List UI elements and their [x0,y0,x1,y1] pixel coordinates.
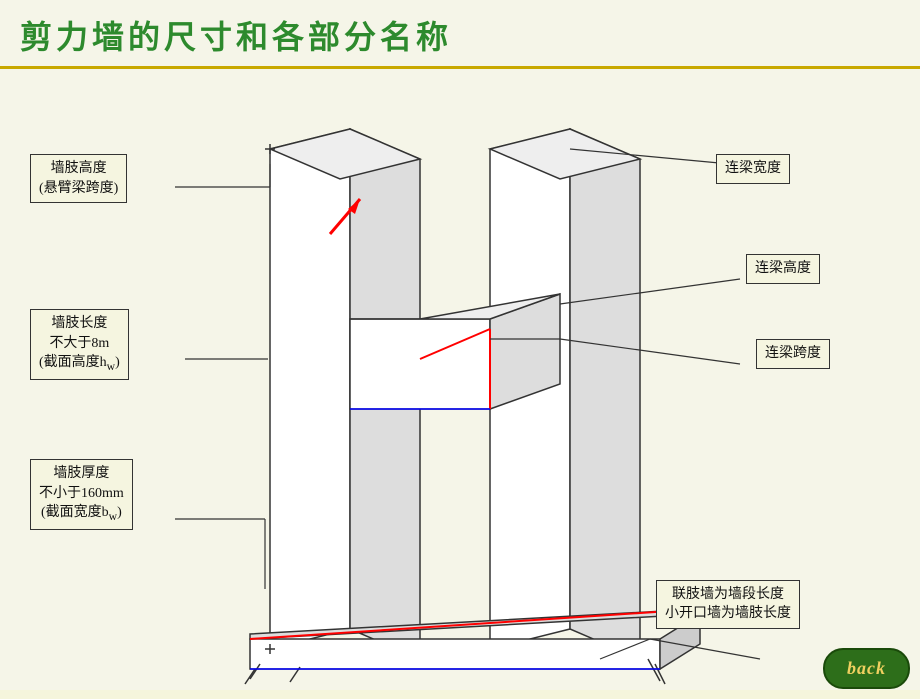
title-bar: 剪力墙的尺寸和各部分名称 [0,0,920,69]
content-area: 墙肢高度 (悬臂梁跨度) 墙肢长度 不大于8m (截面高度hw) 墙肢厚度 不小… [0,69,920,699]
label-beam-span: 连梁跨度 [756,339,830,369]
label-beam-height: 连梁高度 [746,254,820,284]
back-button[interactable]: back [823,648,910,689]
label-beam-width: 连梁宽度 [716,154,790,184]
page: 剪力墙的尺寸和各部分名称 [0,0,920,690]
label-wall-height: 墙肢高度 (悬臂梁跨度) [30,154,127,203]
label-wall-thickness: 墙肢厚度 不小于160mm (截面宽度bw) [30,459,133,530]
page-title: 剪力墙的尺寸和各部分名称 [20,19,452,55]
label-bottom: 联肢墙为墙段长度 小开口墙为墙肢长度 [656,580,800,629]
label-wall-length: 墙肢长度 不大于8m (截面高度hw) [30,309,129,380]
